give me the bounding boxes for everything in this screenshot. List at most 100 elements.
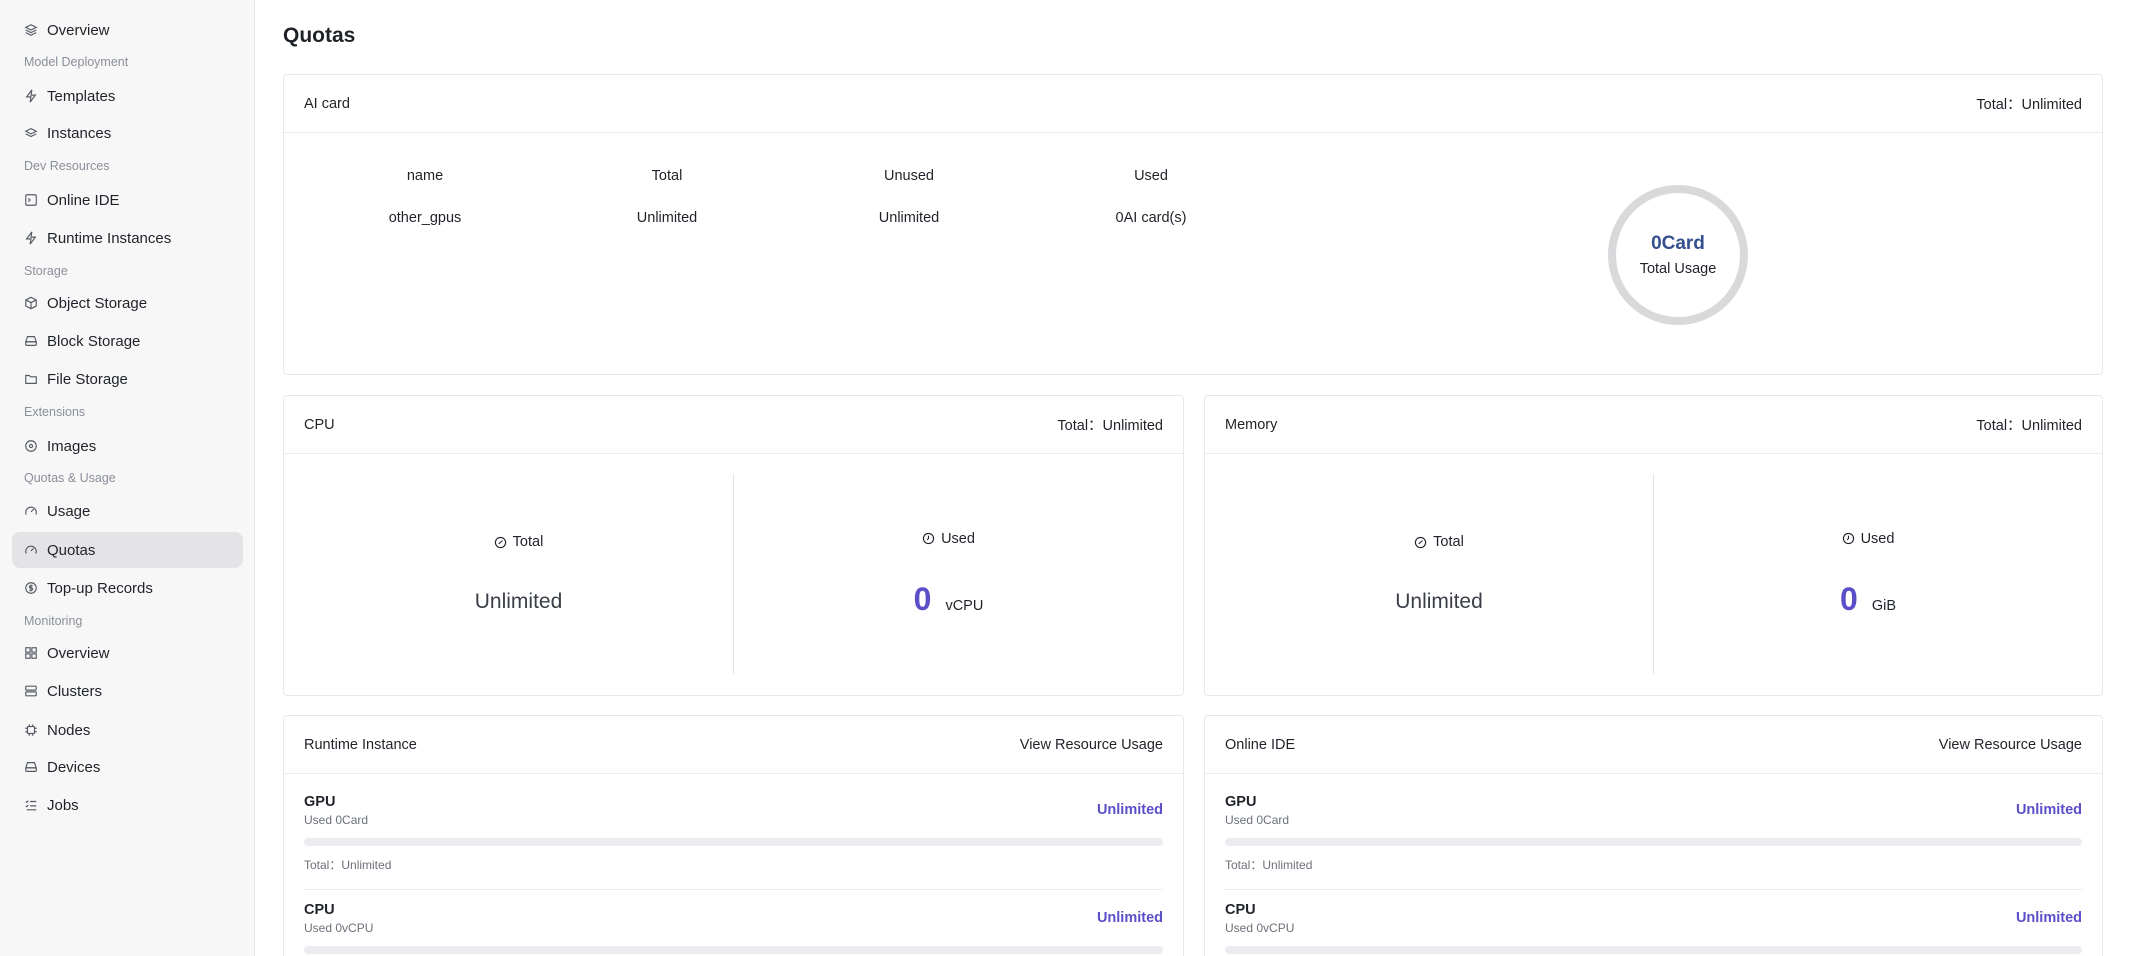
sidebar-item-label: Images	[47, 437, 97, 455]
runtime-instance-header: Runtime Instance View Resource Usage	[284, 716, 1183, 774]
sidebar-item-topup-records[interactable]: Top-up Records	[12, 570, 243, 606]
table-header-name: name	[406, 168, 444, 184]
folder-icon	[24, 372, 38, 386]
runtime-instance-panel: Runtime Instance View Resource Usage GPU…	[283, 715, 1184, 956]
memory-used-value: 0	[1840, 580, 1858, 617]
sidebar-item-online-ide[interactable]: Online IDE	[12, 182, 243, 218]
resource-used: Used 0vCPU	[1225, 921, 1295, 935]
memory-used-label: Used	[1860, 530, 1895, 547]
sidebar-item-instances[interactable]: Instances	[12, 115, 243, 151]
sidebar-item-file-storage[interactable]: File Storage	[12, 361, 243, 397]
resource-name: GPU	[304, 794, 336, 810]
gauge-icon	[24, 504, 38, 518]
sidebar-item-block-storage[interactable]: Block Storage	[12, 323, 243, 359]
resource-name: CPU	[304, 902, 335, 918]
divider	[1225, 889, 2082, 890]
cpu-used-stat: Used 0 vCPU	[733, 474, 1163, 674]
sidebar-item-overview[interactable]: Overview	[12, 12, 243, 48]
layers-icon	[24, 23, 38, 37]
table-cell-name: other_gpus	[388, 210, 462, 226]
sidebar-item-label: Jobs	[47, 796, 79, 814]
memory-total-label: Total	[1433, 534, 1464, 550]
sidebar-item-label: Block Storage	[47, 332, 141, 350]
runtime-instance-title: Runtime Instance	[304, 736, 417, 753]
server-icon	[24, 684, 38, 698]
resource-value: Unlimited	[1096, 802, 1163, 818]
gauge-icon	[24, 543, 38, 557]
resource-used: Used 0vCPU	[304, 921, 374, 935]
cpu-total-label: Total	[512, 534, 544, 550]
cpu-total-value: Unlimited	[474, 590, 563, 613]
online-ide-panel: Online IDE View Resource Usage GPU Used …	[1204, 715, 2103, 956]
cpu-used-value-row: 0 vCPU	[914, 581, 984, 618]
view-resource-usage-link[interactable]: View Resource Usage	[1939, 737, 2082, 753]
sidebar-item-object-storage[interactable]: Object Storage	[12, 285, 243, 321]
memory-used-stat: Used 0 GiB	[1653, 474, 2082, 674]
sidebar-item-devices[interactable]: Devices	[12, 749, 243, 785]
sidebar-item-clusters[interactable]: Clusters	[12, 673, 243, 709]
resource-value: Unlimited	[1096, 910, 1163, 926]
section-dev-resources: Dev Resources	[24, 159, 110, 173]
code-window-icon	[24, 193, 38, 207]
cpu-used-value: 0	[913, 580, 932, 617]
sidebar-item-monitoring-overview[interactable]: Overview	[12, 635, 243, 671]
cpu-used-label-row: Used	[922, 531, 975, 547]
table-cell-unused: Unlimited	[878, 210, 940, 226]
ai-card-header: AI card Total：Unlimited	[284, 75, 2102, 133]
chip-icon	[24, 723, 38, 737]
ide-cpu-item: CPU Used 0vCPU Unlimited	[1225, 902, 2082, 954]
online-ide-header: Online IDE View Resource Usage	[1205, 716, 2102, 774]
memory-title: Memory	[1225, 416, 1278, 433]
view-resource-usage-link[interactable]: View Resource Usage	[1020, 737, 1163, 753]
resource-value: Unlimited	[2015, 910, 2082, 926]
sidebar-item-runtime-instances[interactable]: Runtime Instances	[12, 220, 243, 256]
section-quotas-usage: Quotas & Usage	[24, 471, 116, 485]
box-icon	[24, 296, 38, 310]
sidebar-item-label: Instances	[47, 124, 112, 142]
sidebar-item-label: Nodes	[47, 721, 91, 739]
sidebar-item-label: Templates	[47, 87, 116, 105]
disc-icon	[24, 439, 38, 453]
main-content: Quotas AI card Total：Unlimited name Tota…	[255, 0, 2132, 956]
resource-used: Used 0Card	[1225, 813, 1290, 827]
usage-progress-bar	[1225, 946, 2082, 954]
sidebar-item-label: Object Storage	[47, 294, 148, 312]
sidebar-item-jobs[interactable]: Jobs	[12, 787, 243, 823]
usage-progress-bar	[1225, 838, 2082, 846]
section-monitoring: Monitoring	[24, 614, 83, 628]
dashboard-icon	[24, 646, 38, 660]
sidebar-item-templates[interactable]: Templates	[12, 78, 243, 114]
table-cell-total: Unlimited	[636, 210, 698, 226]
online-ide-title: Online IDE	[1225, 736, 1296, 753]
table-cell-used: 0AI card(s)	[1115, 210, 1187, 226]
table-row: other_gpus Unlimited Unlimited 0AI card(…	[304, 197, 1274, 239]
sidebar-item-quotas[interactable]: Quotas	[12, 532, 243, 568]
cpu-total-stat: Total Unlimited	[304, 474, 733, 674]
cpu-stats: Total Unlimited Used 0 vCPU	[304, 474, 1163, 674]
cpu-total: Total：Unlimited	[1057, 418, 1163, 434]
donut-value: 0Card	[1651, 233, 1705, 254]
resource-name: CPU	[1225, 902, 1256, 918]
sidebar-item-label: Devices	[47, 758, 101, 776]
drive-icon	[24, 334, 38, 348]
sidebar-item-usage[interactable]: Usage	[12, 493, 243, 529]
sidebar-item-nodes[interactable]: Nodes	[12, 712, 243, 748]
memory-total-label-row: Total	[1414, 534, 1464, 550]
bolt-icon	[24, 89, 38, 103]
ai-card-title: AI card	[304, 95, 350, 112]
cpu-used-unit: vCPU	[945, 597, 984, 614]
section-model-deployment: Model Deployment	[24, 55, 129, 69]
resource-total: Total：Unlimited	[1225, 858, 1313, 872]
cpu-panel: CPU Total：Unlimited Total Unlimited Used	[283, 395, 1184, 696]
memory-used-unit: GiB	[1871, 597, 1896, 614]
memory-used-label-row: Used	[1842, 530, 1895, 547]
memory-used-value-row: 0 GiB	[1840, 581, 1896, 618]
ai-card-total: Total：Unlimited	[1976, 97, 2082, 113]
gauge-check-icon	[1414, 536, 1427, 549]
sidebar-item-images[interactable]: Images	[12, 428, 243, 464]
resource-name: GPU	[1225, 794, 1257, 810]
sidebar-item-label: Clusters	[47, 682, 103, 700]
sidebar-item-label: Top-up Records	[47, 579, 153, 597]
clock-icon	[922, 532, 935, 545]
cpu-used-label: Used	[941, 530, 975, 547]
